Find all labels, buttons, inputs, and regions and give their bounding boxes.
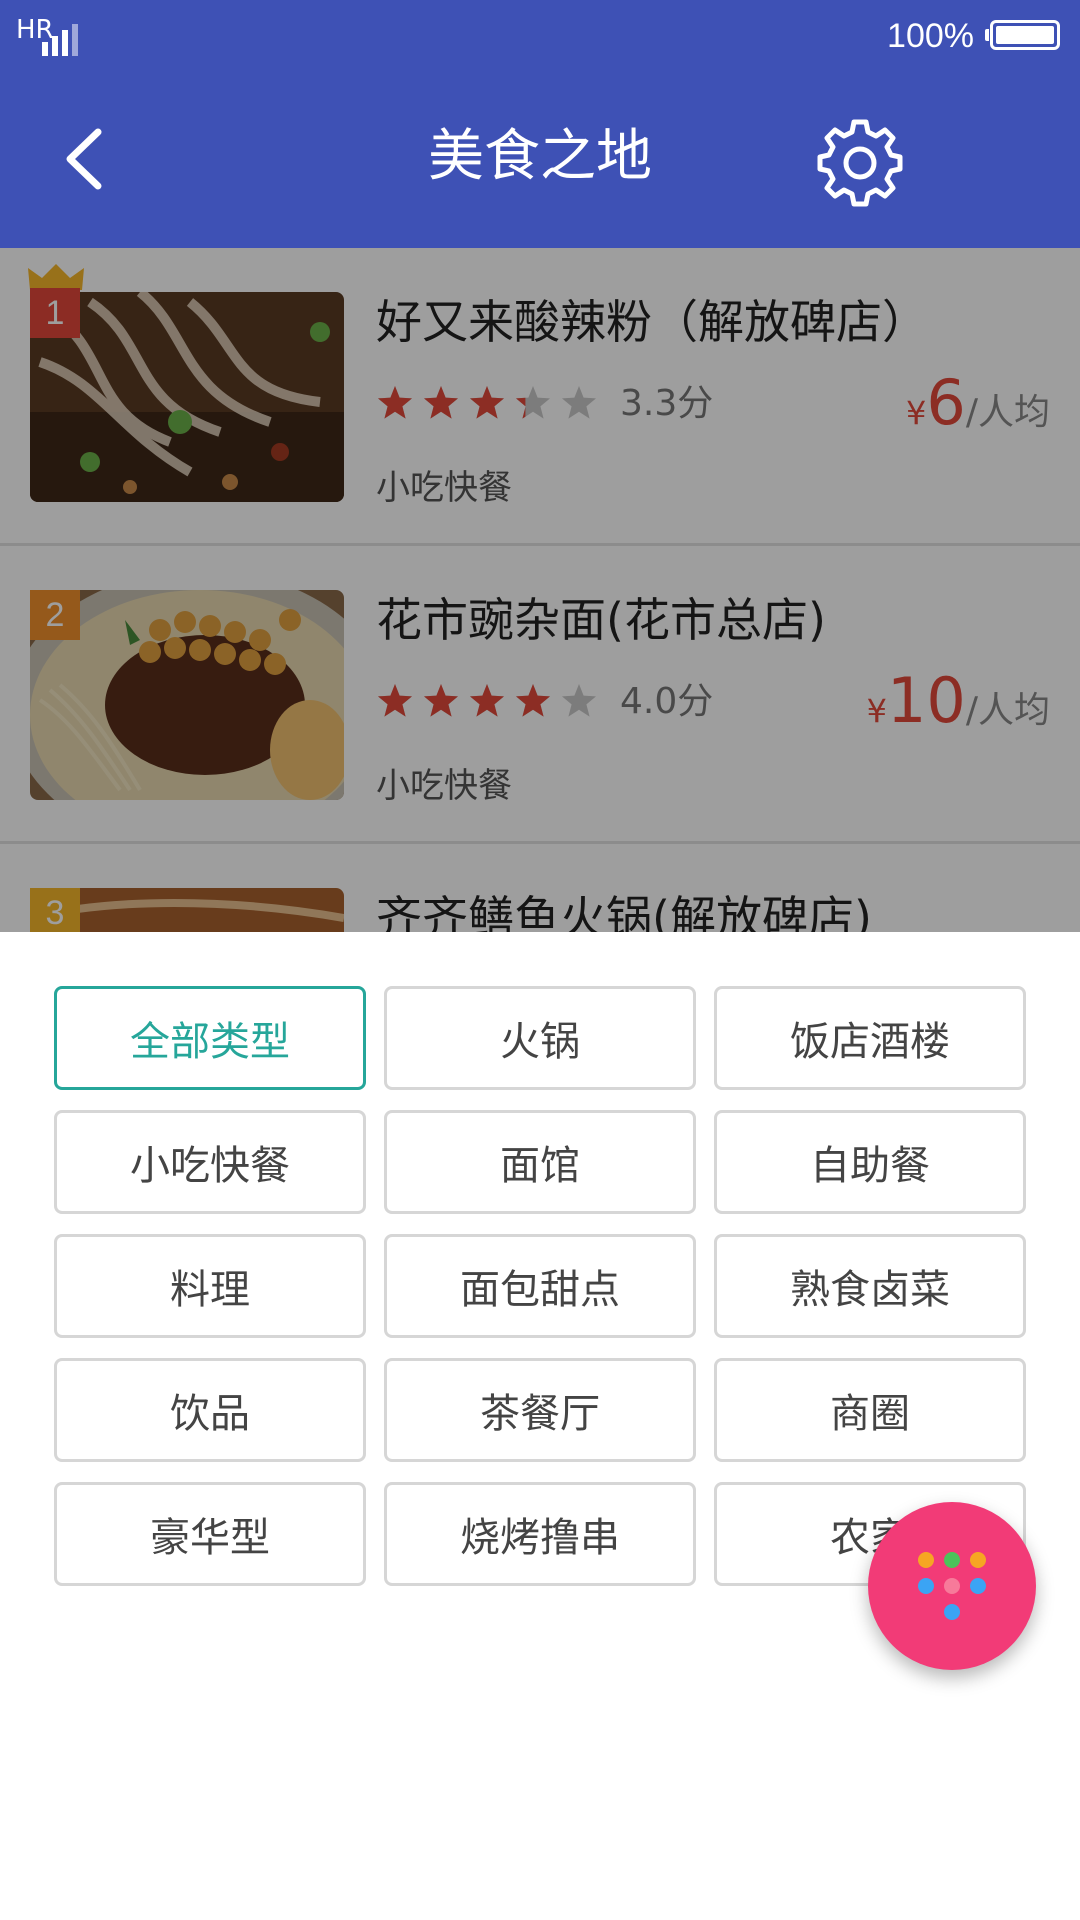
list-item[interactable]: 1 好又来酸辣粉（解放碑店） 3.3分 ¥6/人均 小吃快餐	[0, 248, 1080, 546]
average-price: ¥10/人均	[867, 666, 1050, 746]
category-option-deli[interactable]: 熟食卤菜	[714, 1234, 1026, 1338]
star-icon	[470, 684, 504, 717]
signal-bar	[42, 42, 48, 56]
rank-badge: 2	[30, 590, 80, 640]
category-option-tea-restaurant[interactable]: 茶餐厅	[384, 1358, 696, 1462]
restaurant-name: 花市豌杂面(花市总店)	[376, 593, 826, 647]
star-icon	[470, 386, 504, 419]
category-grid: 全部类型 火锅 饭店酒楼 小吃快餐 面馆 自助餐 料理 面包甜点 熟食卤菜 饮品…	[54, 986, 1026, 1586]
rating-stars	[376, 682, 598, 722]
dot	[918, 1552, 934, 1568]
battery-percent: 100%	[887, 17, 974, 55]
battery-nub	[985, 29, 989, 41]
category-option-all[interactable]: 全部类型	[54, 986, 366, 1090]
star-icon	[562, 386, 596, 419]
battery-fill	[996, 26, 1054, 44]
signal-bar	[62, 30, 68, 56]
star-icon	[378, 386, 412, 419]
rank-badge: 1	[30, 288, 80, 338]
price-value: 10	[886, 664, 966, 737]
settings-button[interactable]	[812, 112, 908, 208]
average-price: ¥6/人均	[906, 368, 1050, 448]
signal-bar	[52, 36, 58, 56]
status-bar: HR 100%	[0, 0, 1080, 74]
app-screen: HR 100% 美食之地 1 好又来酸辣粉（解放碑店） 3.3分 ¥6/人均 小…	[0, 0, 1080, 1920]
restaurant-name: 齐齐鳝鱼火锅(解放碑店)	[376, 891, 872, 932]
category-option-snack[interactable]: 小吃快餐	[54, 1110, 366, 1214]
category-option-bbq[interactable]: 烧烤撸串	[384, 1482, 696, 1586]
dot	[970, 1578, 986, 1594]
list-item[interactable]: 3 齐齐鳝鱼火锅(解放碑店)	[0, 844, 1080, 932]
gear-icon	[817, 119, 903, 207]
signal-bar	[72, 24, 78, 56]
battery-icon	[990, 20, 1060, 50]
signal-strength-icon: HR	[16, 16, 96, 56]
star-icon	[424, 684, 458, 717]
floating-menu-button[interactable]	[868, 1502, 1036, 1670]
rating-score: 4.0分	[620, 681, 714, 722]
category-option-bakery[interactable]: 面包甜点	[384, 1234, 696, 1338]
rank-number: 3	[45, 894, 65, 932]
rating-score: 3.3分	[620, 383, 714, 424]
dot	[918, 1578, 934, 1594]
category-option-hotpot[interactable]: 火锅	[384, 986, 696, 1090]
dot	[944, 1552, 960, 1568]
toolbar: 美食之地	[0, 74, 1080, 248]
category-option-noodles[interactable]: 面馆	[384, 1110, 696, 1214]
category-option-business-district[interactable]: 商圈	[714, 1358, 1026, 1462]
dot	[944, 1604, 960, 1620]
currency-symbol: ¥	[906, 394, 927, 432]
page-title: 美食之地	[428, 124, 652, 189]
category-option-cuisine[interactable]: 料理	[54, 1234, 366, 1338]
price-value: 6	[926, 366, 966, 439]
category-option-restaurant[interactable]: 饭店酒楼	[714, 986, 1026, 1090]
rank-number: 2	[45, 596, 65, 634]
list-item[interactable]: 2 花市豌杂面(花市总店) 4.0分 ¥10/人均 小吃快餐	[0, 546, 1080, 844]
restaurant-category: 小吃快餐	[376, 468, 512, 508]
restaurant-category: 小吃快餐	[376, 766, 512, 806]
rating-stars	[376, 384, 598, 424]
dot	[970, 1552, 986, 1568]
star-icon	[378, 684, 412, 717]
category-option-buffet[interactable]: 自助餐	[714, 1110, 1026, 1214]
network-type-label: HR	[16, 15, 54, 45]
star-icon	[516, 684, 550, 717]
star-icon	[516, 386, 550, 419]
dot	[944, 1578, 960, 1594]
rank-number: 1	[45, 294, 65, 332]
price-unit: /人均	[965, 690, 1050, 731]
currency-symbol: ¥	[866, 692, 887, 730]
category-filter-sheet: 全部类型 火锅 饭店酒楼 小吃快餐 面馆 自助餐 料理 面包甜点 熟食卤菜 饮品…	[0, 932, 1080, 1920]
restaurant-list[interactable]: 1 好又来酸辣粉（解放碑店） 3.3分 ¥6/人均 小吃快餐 2 花市豌杂面(花…	[0, 248, 1080, 932]
category-option-luxury[interactable]: 豪华型	[54, 1482, 366, 1586]
star-icon	[562, 684, 596, 717]
restaurant-name: 好又来酸辣粉（解放碑店）	[376, 295, 928, 349]
star-icon	[424, 386, 458, 419]
rank-badge: 3	[30, 888, 80, 932]
category-option-drinks[interactable]: 饮品	[54, 1358, 366, 1462]
price-unit: /人均	[965, 392, 1050, 433]
